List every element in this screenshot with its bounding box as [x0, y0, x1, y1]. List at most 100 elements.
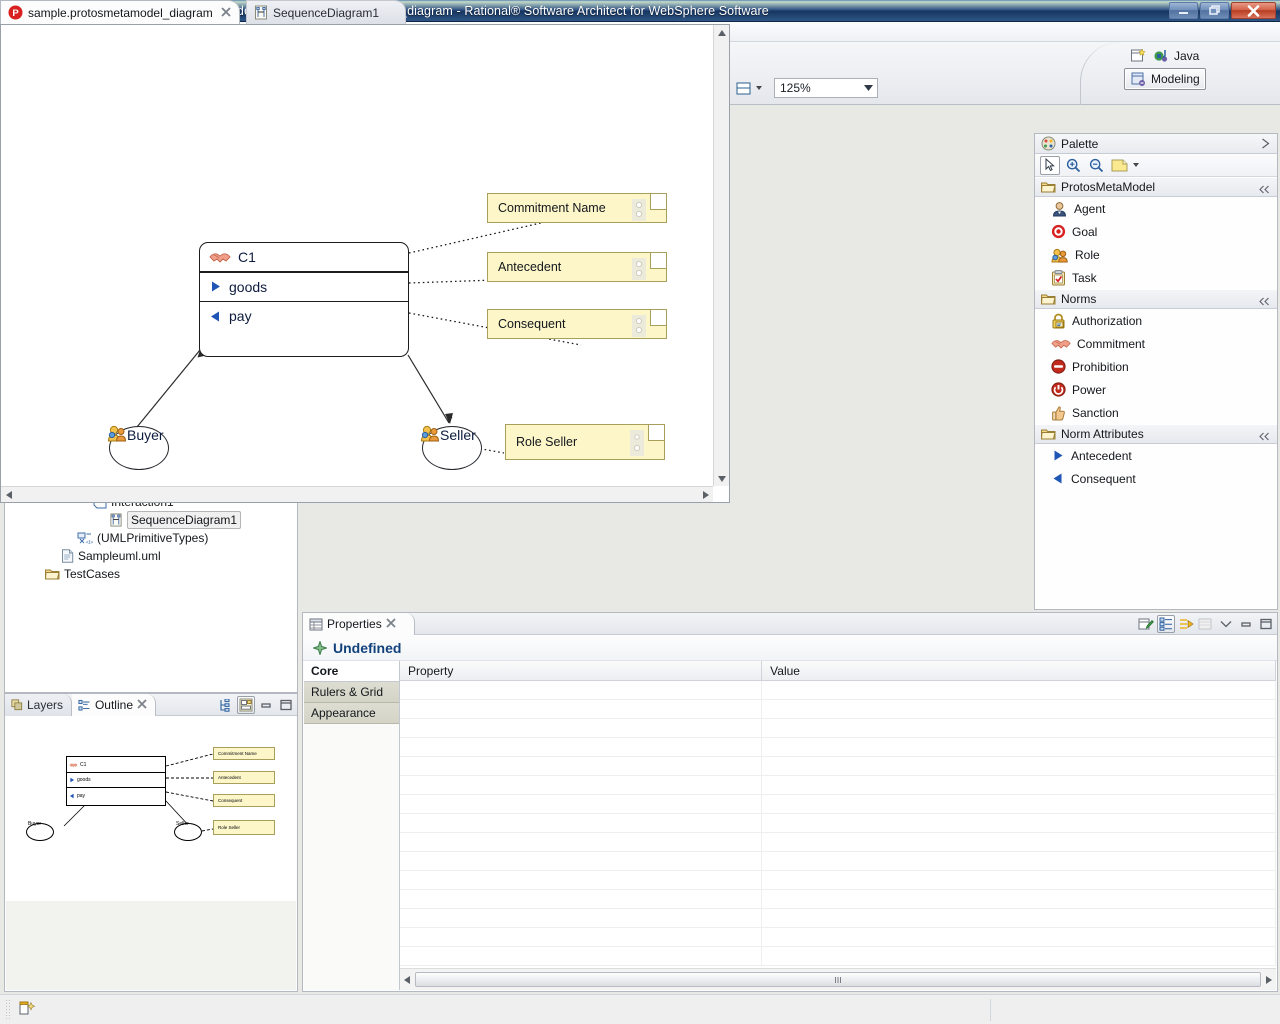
layout-icon[interactable]: [732, 77, 754, 99]
restore-button[interactable]: [1200, 2, 1229, 19]
scroll-left-arrow-icon[interactable]: [400, 975, 414, 984]
palette-item-commitment[interactable]: Commitment: [1035, 332, 1277, 355]
palette-item-antecedent[interactable]: Antecedent: [1035, 444, 1277, 467]
properties-tab-rulers-grid[interactable]: Rulers & Grid: [304, 682, 399, 703]
table-row[interactable]: [400, 852, 1276, 871]
tab-outline[interactable]: Outline: [72, 694, 156, 716]
table-row[interactable]: [400, 738, 1276, 757]
table-row[interactable]: [400, 890, 1276, 909]
show-advanced-icon[interactable]: [1157, 615, 1175, 633]
layout-dropdown-icon[interactable]: [756, 86, 762, 90]
scroll-up-arrow-icon[interactable]: [714, 25, 729, 40]
table-row[interactable]: [400, 681, 1276, 700]
tree-node[interactable]: <I> (UMLPrimitiveTypes): [5, 529, 297, 547]
tree-node[interactable]: SequenceDiagram1: [5, 511, 297, 529]
tree-node[interactable]: TestCases: [5, 565, 297, 583]
palette-item-sanction[interactable]: Sanction: [1035, 401, 1277, 424]
zoom-out-icon[interactable]: [1086, 156, 1106, 175]
palette-group-norm-attributes[interactable]: Norm Attributes: [1035, 424, 1277, 444]
commitment-name-row[interactable]: C1: [200, 243, 408, 271]
note-tool-icon[interactable]: [1109, 156, 1129, 175]
zoom-in-icon[interactable]: [1063, 156, 1083, 175]
palette-item-task[interactable]: Task: [1035, 266, 1277, 289]
tab-layers[interactable]: Layers: [5, 694, 72, 716]
note-dropdown-icon[interactable]: [1133, 163, 1139, 167]
note-commitment-name[interactable]: Commitment Name: [487, 193, 667, 223]
table-row[interactable]: [400, 757, 1276, 776]
palette-item-authorization[interactable]: Authorization: [1035, 309, 1277, 332]
minimize-button[interactable]: [1169, 2, 1198, 19]
open-perspective-icon[interactable]: [1127, 45, 1149, 67]
tree-outline-icon[interactable]: [217, 696, 235, 714]
table-row[interactable]: [400, 776, 1276, 795]
perspective-modeling[interactable]: Modeling: [1124, 68, 1206, 90]
properties-horizontal-scrollbar[interactable]: [400, 968, 1276, 990]
note-consequent[interactable]: Consequent: [487, 309, 667, 339]
tab-properties[interactable]: Properties: [303, 613, 415, 635]
restore-defaults-icon[interactable]: [1177, 615, 1195, 633]
palette-item-role[interactable]: Role: [1035, 243, 1277, 266]
palette-item-goal[interactable]: Goal: [1035, 220, 1277, 243]
table-row[interactable]: [400, 795, 1276, 814]
editor-tab-sequence-diagram[interactable]: SequenceDiagram1: [246, 0, 406, 24]
thumbnail-outline-icon[interactable]: [237, 696, 255, 714]
palette-group-protosmetamodel[interactable]: ProtosMetaModel: [1035, 177, 1277, 197]
zoom-combo[interactable]: 125%: [774, 78, 878, 98]
status-grip[interactable]: [5, 998, 10, 1021]
close-icon[interactable]: [137, 698, 147, 712]
palette-item-prohibition[interactable]: Prohibition: [1035, 355, 1277, 378]
editor-tab-protos-diagram[interactable]: P sample.protosmetamodel_diagram: [0, 0, 240, 24]
zoom-dropdown-icon[interactable]: [861, 80, 875, 96]
diagram-canvas[interactable]: C1 goods pay Commitment Name Antecedent …: [1, 25, 714, 487]
perspective-java[interactable]: Java: [1148, 46, 1204, 66]
pin-icon[interactable]: [1259, 183, 1270, 197]
table-row[interactable]: [400, 871, 1276, 890]
note-antecedent[interactable]: Antecedent: [487, 252, 667, 282]
table-row[interactable]: [400, 833, 1276, 852]
outline-note-label: Consequent: [218, 798, 243, 803]
commitment-consequent-row[interactable]: pay: [200, 302, 408, 330]
minimize-icon[interactable]: [257, 696, 275, 714]
canvas-vertical-scrollbar[interactable]: [713, 25, 729, 486]
palette-expand-icon[interactable]: [1261, 138, 1270, 152]
scroll-down-arrow-icon[interactable]: [714, 471, 729, 486]
canvas-horizontal-scrollbar[interactable]: [1, 486, 713, 502]
palette-item-power[interactable]: Power: [1035, 378, 1277, 401]
palette-item-agent[interactable]: Agent: [1035, 197, 1277, 220]
palette-group-norms[interactable]: Norms: [1035, 289, 1277, 309]
new-properties-view-icon[interactable]: [1137, 615, 1155, 633]
palette-item-sanction-label: Sanction: [1072, 405, 1119, 420]
note-resize-dots: [632, 315, 646, 337]
properties-table[interactable]: Property Value: [400, 661, 1276, 990]
commitment-antecedent-row[interactable]: goods: [200, 273, 408, 301]
scroll-right-arrow-icon[interactable]: [698, 487, 713, 502]
table-row[interactable]: [400, 719, 1276, 738]
properties-column-header[interactable]: Value: [762, 661, 1276, 680]
table-row[interactable]: [400, 909, 1276, 928]
pin-icon[interactable]: [1259, 430, 1270, 444]
pin-icon[interactable]: [1259, 295, 1270, 309]
scrollbar-thumb[interactable]: [415, 972, 1261, 987]
properties-tab-core[interactable]: Core: [304, 661, 399, 682]
table-row[interactable]: [400, 700, 1276, 719]
tree-node[interactable]: Sampleuml.uml: [5, 547, 297, 565]
properties-tab-appearance[interactable]: Appearance: [304, 703, 399, 724]
view-menu-icon[interactable]: [1217, 615, 1235, 633]
commitment-node[interactable]: C1 goods pay: [199, 242, 409, 357]
table-row[interactable]: [400, 814, 1276, 833]
table-row[interactable]: [400, 928, 1276, 947]
outline-thumbnail[interactable]: C1 goods pay Commitment Name Antecedent …: [6, 716, 296, 901]
select-tool-icon[interactable]: [1040, 155, 1060, 175]
table-row[interactable]: [400, 947, 1276, 966]
scroll-right-arrow-icon[interactable]: [1262, 975, 1276, 984]
maximize-icon[interactable]: [277, 696, 295, 714]
maximize-icon[interactable]: [1257, 615, 1275, 633]
note-role-seller[interactable]: Role Seller: [505, 424, 665, 460]
properties-column-header[interactable]: Property: [400, 661, 763, 680]
palette-item-consequent[interactable]: Consequent: [1035, 467, 1277, 490]
close-button[interactable]: [1231, 2, 1276, 19]
close-icon[interactable]: [386, 617, 396, 631]
close-icon[interactable]: [221, 6, 231, 20]
minimize-icon[interactable]: [1237, 615, 1255, 633]
scroll-left-arrow-icon[interactable]: [1, 487, 16, 502]
